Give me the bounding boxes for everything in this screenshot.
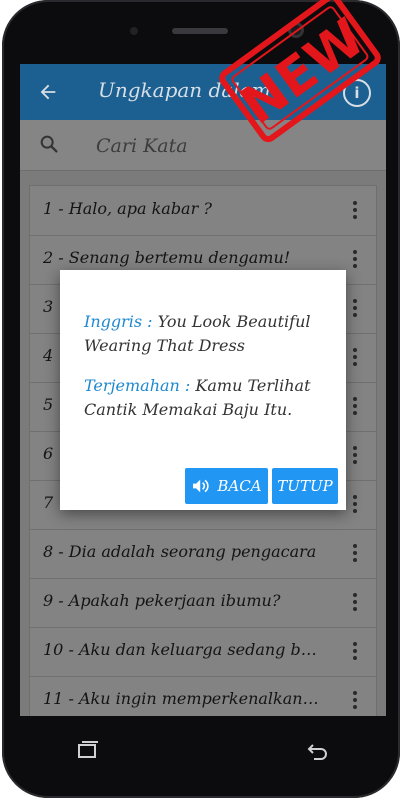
recent-apps-icon[interactable] xyxy=(76,740,100,760)
translation-dialog: Inggris : You Look Beautiful Wearing Tha… xyxy=(60,270,346,510)
list-item[interactable]: 9 - Apakah pekerjaan ibumu? xyxy=(30,578,376,628)
list-item-label: 9 - Apakah pekerjaan ibumu? xyxy=(43,591,281,610)
speaker-icon xyxy=(193,479,210,493)
back-nav-icon[interactable] xyxy=(306,740,330,760)
search-bar xyxy=(20,120,386,171)
list-item-label: 10 - Aku dan keluarga sedang be... xyxy=(43,640,323,659)
list-item-label: 2 - Senang bertemu dengamu! xyxy=(43,248,291,267)
back-button[interactable] xyxy=(32,76,64,108)
more-vert-icon[interactable] xyxy=(348,688,362,712)
proximity-sensor xyxy=(130,27,138,35)
more-vert-icon[interactable] xyxy=(348,541,362,565)
app-screen: Ungkapan dalam i 1 - Halo, apa kabar ? 2… xyxy=(20,64,386,716)
list-item-label: 1 - Halo, apa kabar ? xyxy=(43,199,212,218)
arrow-left-icon xyxy=(40,84,56,100)
more-vert-icon[interactable] xyxy=(348,394,362,418)
list-item-label: 11 - Aku ingin memperkenalkan d... xyxy=(43,689,323,708)
search-icon[interactable] xyxy=(38,133,60,155)
more-vert-icon[interactable] xyxy=(348,296,362,320)
speaker-grille xyxy=(172,28,228,34)
more-vert-icon[interactable] xyxy=(348,443,362,467)
list-item[interactable]: 8 - Dia adalah seorang pengacara xyxy=(30,529,376,579)
search-input[interactable] xyxy=(94,132,368,160)
list-item[interactable]: 11 - Aku ingin memperkenalkan d... xyxy=(30,676,376,716)
phone-frame: Ungkapan dalam i 1 - Halo, apa kabar ? 2… xyxy=(2,0,400,798)
english-label: Inggris : xyxy=(84,312,153,331)
list-item-label: 8 - Dia adalah seorang pengacara xyxy=(43,542,317,561)
translation-label: Terjemahan : xyxy=(84,376,191,395)
list-item[interactable]: 10 - Aku dan keluarga sedang be... xyxy=(30,627,376,677)
close-dialog-button[interactable]: TUTUP xyxy=(272,468,338,504)
english-row: Inggris : You Look Beautiful Wearing Tha… xyxy=(84,310,328,358)
list-item[interactable]: 1 - Halo, apa kabar ? xyxy=(30,186,376,236)
more-vert-icon[interactable] xyxy=(348,590,362,614)
translation-row: Terjemahan : Kamu Terlihat Cantik Memaka… xyxy=(84,374,328,422)
more-vert-icon[interactable] xyxy=(348,492,362,516)
read-aloud-label: BACA xyxy=(217,477,262,495)
more-vert-icon[interactable] xyxy=(348,198,362,222)
more-vert-icon[interactable] xyxy=(348,639,362,663)
more-vert-icon[interactable] xyxy=(348,247,362,271)
read-aloud-button[interactable]: BACA xyxy=(185,468,268,504)
more-vert-icon[interactable] xyxy=(348,345,362,369)
